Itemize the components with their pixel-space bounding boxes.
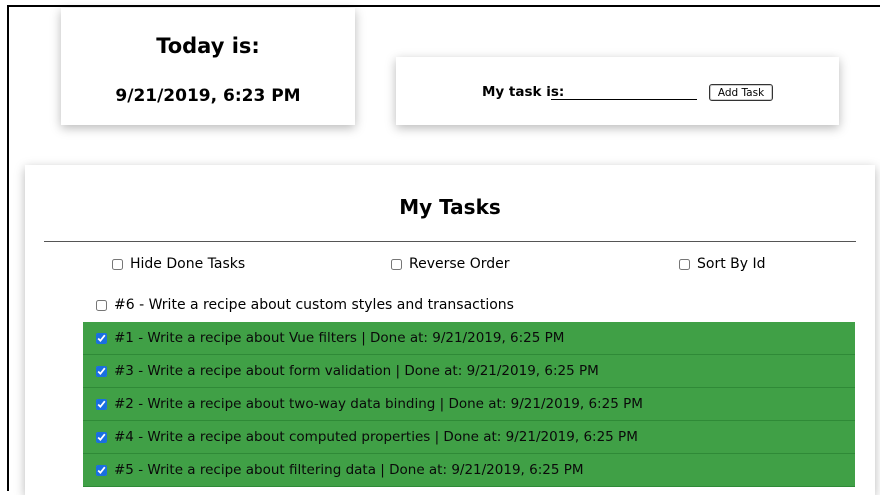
task-list-card: My Tasks Hide Done Tasks Reverse Order S… [25, 165, 875, 495]
done-task-list: #1 - Write a recipe about Vue filters | … [83, 322, 855, 487]
task-text: #4 - Write a recipe about computed prope… [114, 429, 638, 445]
reverse-order-filter[interactable]: Reverse Order [391, 256, 510, 272]
hide-done-checkbox[interactable] [112, 258, 123, 270]
done-task-item[interactable]: #1 - Write a recipe about Vue filters | … [83, 322, 855, 355]
add-task-button[interactable]: Add Task [709, 84, 773, 101]
done-task-item[interactable]: #5 - Write a recipe about filtering data… [83, 454, 855, 487]
hide-done-filter[interactable]: Hide Done Tasks [112, 256, 245, 272]
reverse-order-checkbox[interactable] [391, 258, 402, 270]
sort-by-id-filter[interactable]: Sort By Id [679, 256, 766, 272]
done-task-item[interactable]: #3 - Write a recipe about form validatio… [83, 355, 855, 388]
task-text: #1 - Write a recipe about Vue filters | … [114, 330, 565, 346]
reverse-order-label: Reverse Order [409, 256, 510, 272]
task-text: #2 - Write a recipe about two-way data b… [114, 396, 643, 412]
done-task-item[interactable]: #4 - Write a recipe about computed prope… [83, 421, 855, 454]
task-checkbox[interactable] [96, 332, 107, 344]
task-text: #5 - Write a recipe about filtering data… [114, 462, 584, 478]
new-task-card: My task is: Add Task [396, 57, 839, 125]
page-frame-top [7, 5, 880, 7]
date-card-title: Today is: [156, 34, 260, 58]
open-task-item[interactable]: #6 - Write a recipe about custom styles … [96, 297, 514, 313]
date-card: Today is: 9/21/2019, 6:23 PM [61, 8, 355, 125]
done-task-item[interactable]: #2 - Write a recipe about two-way data b… [83, 388, 855, 421]
task-checkbox[interactable] [96, 431, 107, 443]
sort-by-id-label: Sort By Id [697, 256, 766, 272]
hide-done-label: Hide Done Tasks [130, 256, 246, 272]
heading-divider [44, 241, 856, 242]
task-list-heading: My Tasks [399, 195, 501, 219]
task-text: #3 - Write a recipe about form validatio… [114, 363, 599, 379]
task-checkbox[interactable] [96, 398, 107, 410]
task-text: #6 - Write a recipe about custom styles … [114, 297, 514, 313]
sort-by-id-checkbox[interactable] [679, 258, 690, 270]
task-input[interactable] [551, 85, 697, 100]
current-date: 9/21/2019, 6:23 PM [115, 86, 301, 106]
task-checkbox[interactable] [96, 299, 107, 311]
page-frame-left [7, 5, 9, 491]
task-checkbox[interactable] [96, 365, 107, 377]
task-checkbox[interactable] [96, 464, 107, 476]
